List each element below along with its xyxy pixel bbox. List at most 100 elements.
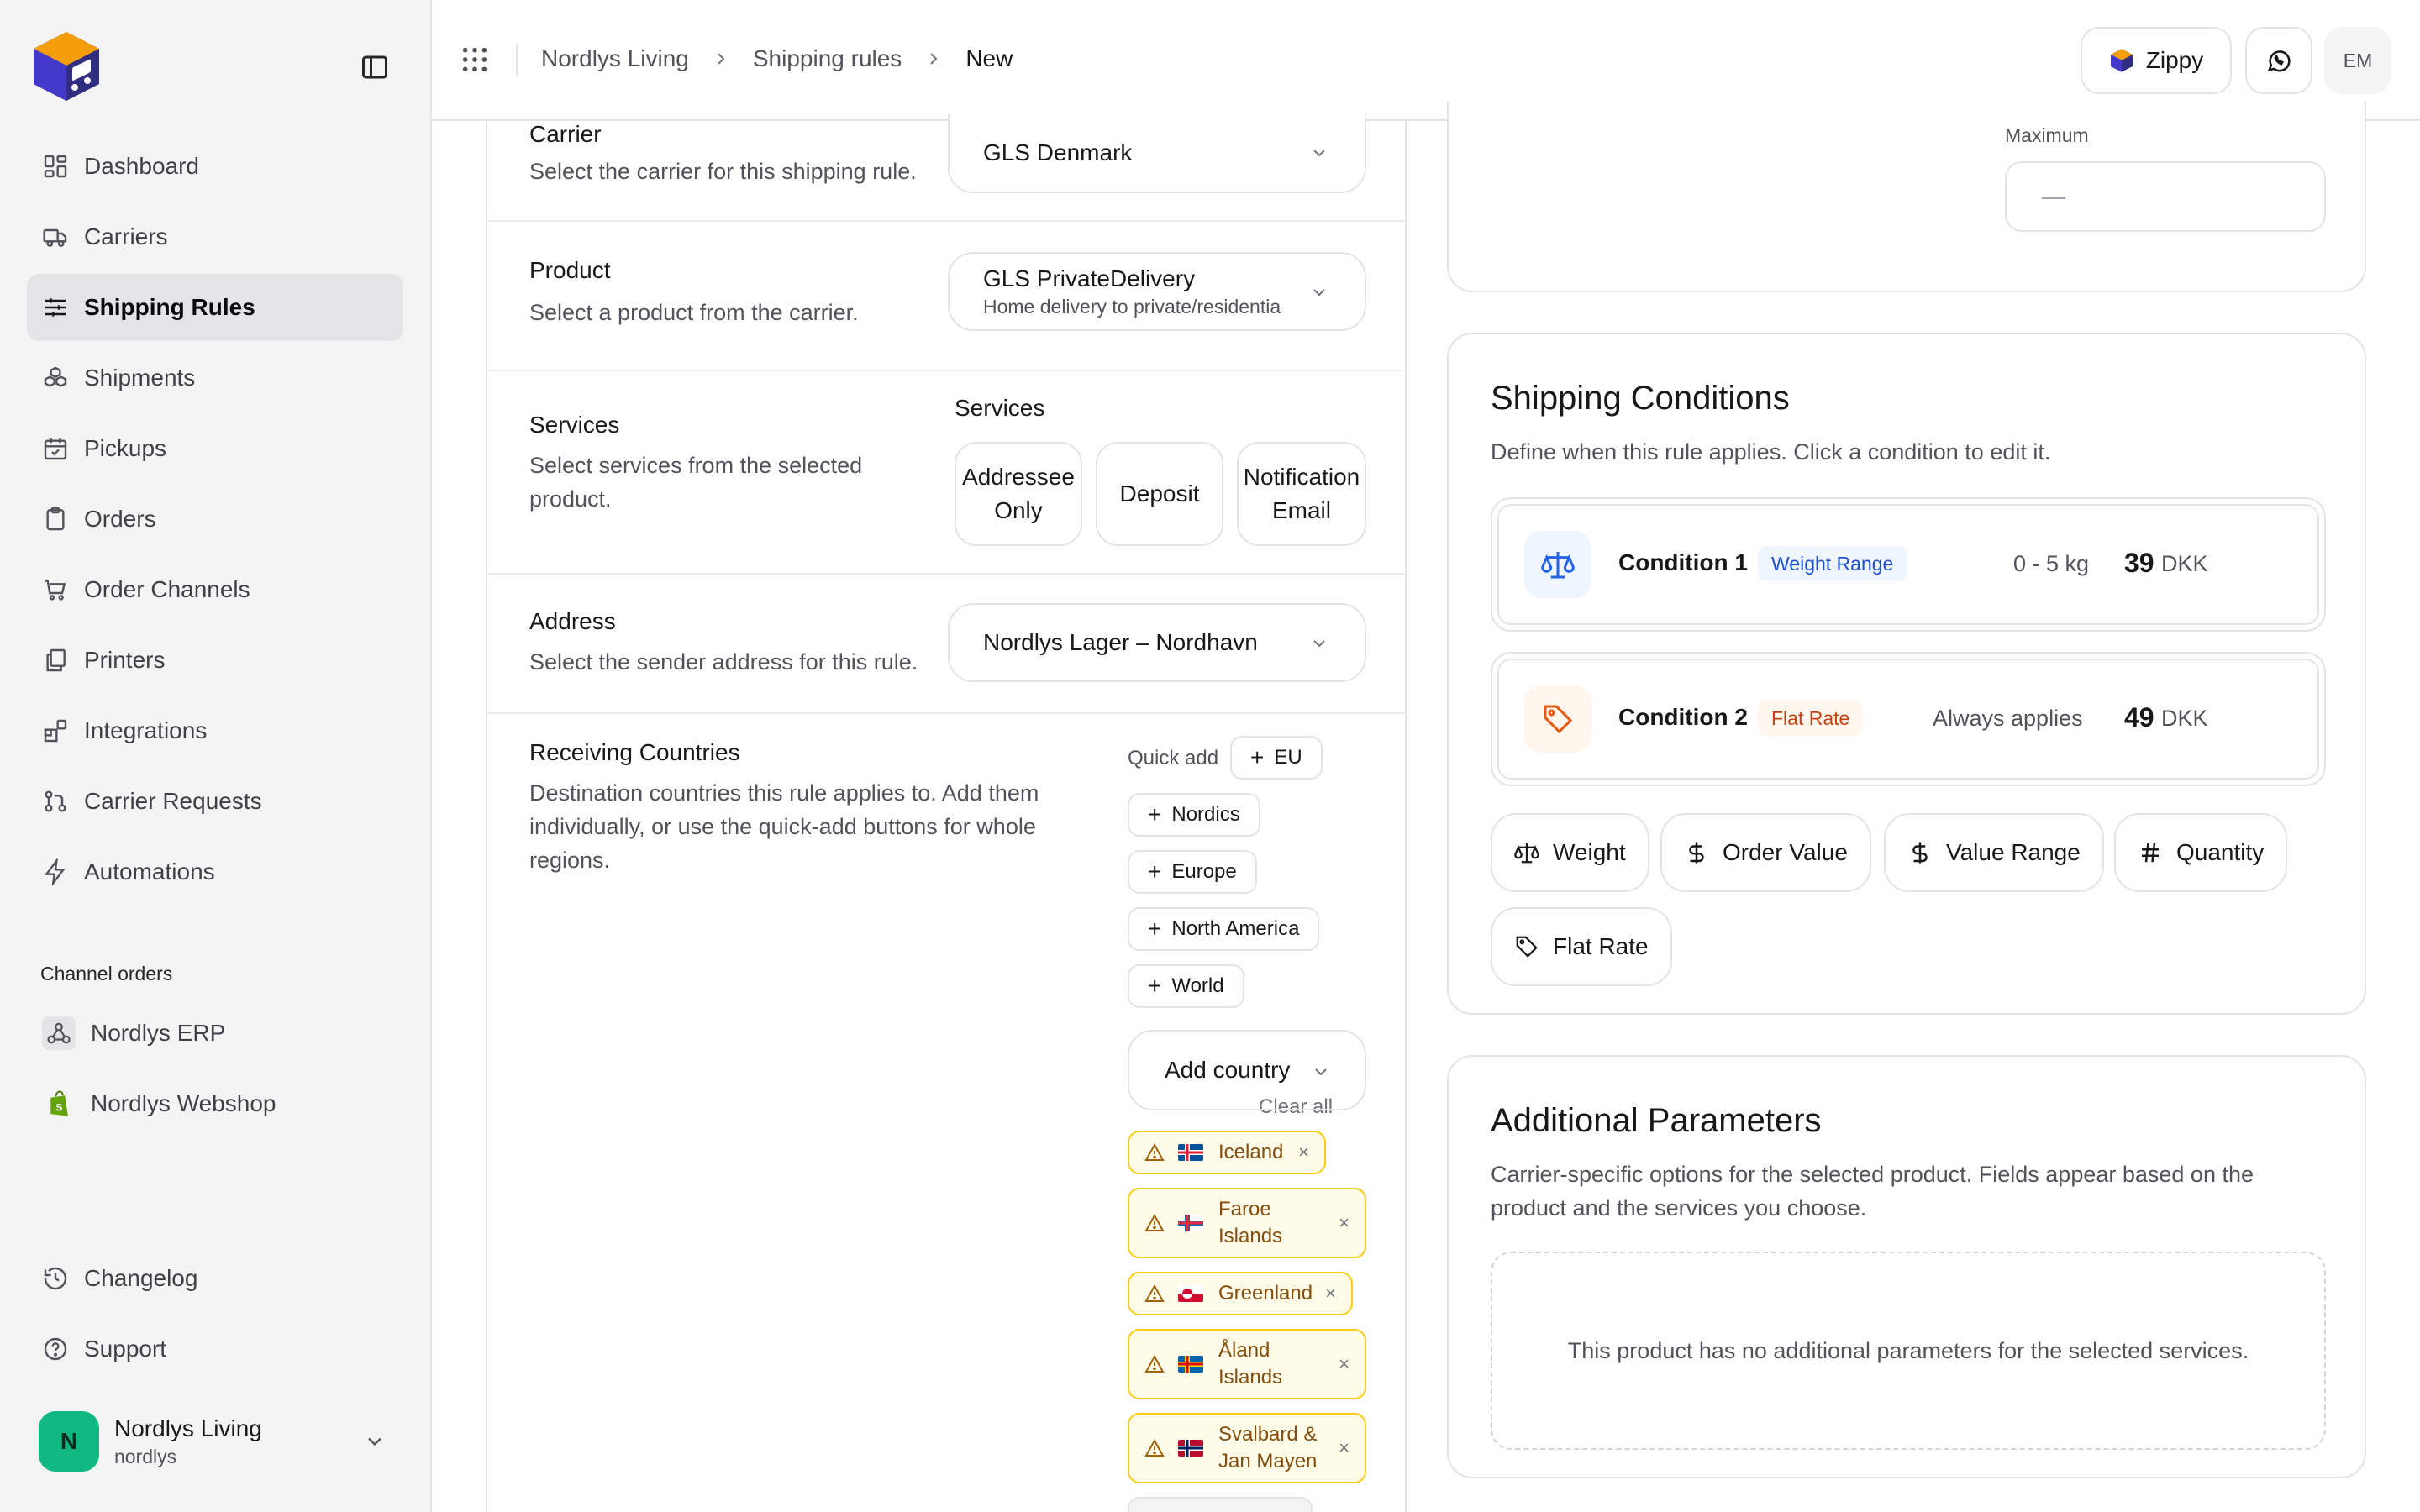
sidebar-item-integrations[interactable]: Integrations xyxy=(27,697,403,764)
scale-icon xyxy=(1514,843,1539,864)
account-handle: nordlys xyxy=(114,1445,177,1467)
quick-add-north-america[interactable]: + North America xyxy=(1128,907,1320,951)
sidebar-item-label: Orders xyxy=(84,506,156,532)
rule-form: Carrier Select the carrier for this ship… xyxy=(486,113,1407,1512)
channel-item-erp[interactable]: Nordlys ERP xyxy=(27,1000,403,1067)
condition-card-2[interactable]: Condition 2 Flat Rate Always applies 49 … xyxy=(1491,652,2326,786)
zippy-logo-icon xyxy=(2110,49,2133,72)
sidebar-item-support[interactable]: Support xyxy=(27,1315,403,1383)
add-country-select[interactable]: Add country xyxy=(1128,1030,1366,1110)
condition-name: Condition 2 xyxy=(1618,704,1748,730)
add-quantity-condition-button[interactable]: Quantity xyxy=(2114,813,2288,892)
apps-grid-icon[interactable] xyxy=(460,45,489,74)
params-title: Additional Parameters xyxy=(1491,1102,1822,1139)
services-title: Services xyxy=(529,412,620,438)
iceland-flag-icon xyxy=(1178,1144,1203,1161)
zippy-label: Zippy xyxy=(2145,47,2204,73)
zippy-button[interactable]: Zippy xyxy=(2081,27,2232,94)
chat-button[interactable] xyxy=(2245,27,2312,94)
add-order-value-condition-button[interactable]: Order Value xyxy=(1660,813,1871,892)
maximum-input[interactable]: — xyxy=(2005,161,2326,232)
channel-label: Nordlys Webshop xyxy=(91,1090,276,1116)
dollar-icon xyxy=(1689,842,1704,864)
chevron-right-icon xyxy=(711,49,731,69)
quick-add-europe[interactable]: + Europe xyxy=(1128,850,1257,894)
breadcrumb-shipping-rules[interactable]: Shipping rules xyxy=(753,45,902,72)
remove-country-svalbard[interactable]: × xyxy=(1339,1435,1349,1462)
norway-flag-icon xyxy=(1178,1440,1203,1457)
condition-type-badge: Weight Range xyxy=(1758,546,1907,581)
condition-card-1[interactable]: Condition 1 Weight Range 0 - 5 kg 39 DKK xyxy=(1491,497,2326,632)
product-select[interactable]: GLS PrivateDelivery Home delivery to pri… xyxy=(948,252,1366,331)
sidebar-item-label: Support xyxy=(84,1336,167,1362)
channel-item-webshop[interactable]: S Nordlys Webshop xyxy=(27,1070,403,1137)
dashboard-icon xyxy=(42,153,69,180)
remove-country-iceland[interactable]: × xyxy=(1298,1139,1309,1166)
calendar-icon xyxy=(42,435,69,462)
cart-icon xyxy=(42,576,69,603)
countries-title: Receiving Countries xyxy=(529,739,740,765)
sidebar-item-order-channels[interactable]: Order Channels xyxy=(27,556,403,623)
sidebar-item-shipping-rules[interactable]: Shipping Rules xyxy=(27,274,403,341)
breadcrumb-org[interactable]: Nordlys Living xyxy=(541,45,689,72)
address-select[interactable]: Nordlys Lager – Nordhavn xyxy=(948,603,1366,682)
sidebar-item-carrier-requests[interactable]: Carrier Requests xyxy=(27,768,403,835)
sidebar-item-printers[interactable]: Printers xyxy=(27,627,403,694)
condition-name: Condition 1 xyxy=(1618,549,1748,575)
weight-range-card: Maximum — xyxy=(1447,101,2366,292)
plus-icon: + xyxy=(1148,973,1162,999)
sidebar-item-carriers[interactable]: Carriers xyxy=(27,203,403,270)
printer-icon xyxy=(42,647,69,674)
main-nav: Dashboard Carriers Shipping Rules Shipme… xyxy=(27,133,403,909)
country-chip-iceland: Iceland × xyxy=(1128,1131,1326,1174)
quick-add-world[interactable]: + World xyxy=(1128,964,1244,1008)
service-deposit[interactable]: Deposit xyxy=(1096,442,1223,546)
sidebar-item-orders[interactable]: Orders xyxy=(27,486,403,553)
conditions-title: Shipping Conditions xyxy=(1491,380,1790,417)
chevron-down-icon xyxy=(363,1430,387,1453)
hash-icon xyxy=(2142,843,2159,863)
sidebar: Dashboard Carriers Shipping Rules Shipme… xyxy=(0,0,432,1512)
sidebar-toggle-icon[interactable] xyxy=(360,52,390,82)
condition-price: 39 xyxy=(2124,548,2154,578)
service-notification-email[interactable]: Notification Email xyxy=(1237,442,1366,546)
carrier-row: Carrier Select the carrier for this ship… xyxy=(487,113,1405,222)
user-avatar[interactable]: EM xyxy=(2324,27,2391,94)
add-flat-rate-condition-button[interactable]: Flat Rate xyxy=(1491,907,1672,986)
condition-range: 0 - 5 kg xyxy=(2013,551,2090,576)
country-chip-greenland: Greenland × xyxy=(1128,1272,1353,1315)
remove-country-greenland[interactable]: × xyxy=(1325,1280,1336,1307)
tag-icon xyxy=(1516,936,1538,958)
add-value-range-condition-button[interactable]: Value Range xyxy=(1884,813,2104,892)
sidebar-item-dashboard[interactable]: Dashboard xyxy=(27,133,403,200)
quick-add-eu[interactable]: + EU xyxy=(1230,736,1323,780)
carrier-select[interactable]: GLS Denmark xyxy=(948,113,1366,193)
sidebar-item-label: Carriers xyxy=(84,223,168,249)
add-weight-condition-button[interactable]: Weight xyxy=(1491,813,1649,892)
params-empty-state: This product has no additional parameter… xyxy=(1491,1252,2326,1450)
app-logo-icon[interactable] xyxy=(29,29,104,104)
bottom-nav: Changelog Support xyxy=(27,1245,403,1386)
sidebar-item-label: Automations xyxy=(84,858,215,885)
remove-country-aland-islands[interactable]: × xyxy=(1339,1351,1349,1378)
service-addressee-only[interactable]: Addressee Only xyxy=(955,442,1082,546)
carrier-title: Carrier xyxy=(529,121,602,147)
warning-icon xyxy=(1144,1142,1165,1161)
breadcrumb: Nordlys Living Shipping rules New xyxy=(541,45,1013,72)
sidebar-item-pickups[interactable]: Pickups xyxy=(27,415,403,482)
account-switcher[interactable]: N Nordlys Living nordlys xyxy=(27,1401,403,1482)
product-title: Product xyxy=(529,257,611,283)
chevron-down-icon xyxy=(1309,633,1329,654)
sidebar-item-shipments[interactable]: Shipments xyxy=(27,344,403,412)
carrier-desc: Select the carrier for this shipping rul… xyxy=(529,159,917,184)
chat-icon xyxy=(2267,50,2291,72)
quick-add-nordics[interactable]: + Nordics xyxy=(1128,793,1260,837)
sidebar-item-changelog[interactable]: Changelog xyxy=(27,1245,403,1312)
faroe-flag-icon xyxy=(1178,1215,1203,1231)
sidebar-item-label: Dashboard xyxy=(84,153,199,179)
warning-icon xyxy=(1144,1284,1165,1302)
sidebar-item-automations[interactable]: Automations xyxy=(27,838,403,906)
remove-country-faroe-islands[interactable]: × xyxy=(1339,1210,1349,1236)
condition-price: 49 xyxy=(2124,702,2154,732)
product-subtitle: Home delivery to private/residentia xyxy=(983,295,1281,318)
